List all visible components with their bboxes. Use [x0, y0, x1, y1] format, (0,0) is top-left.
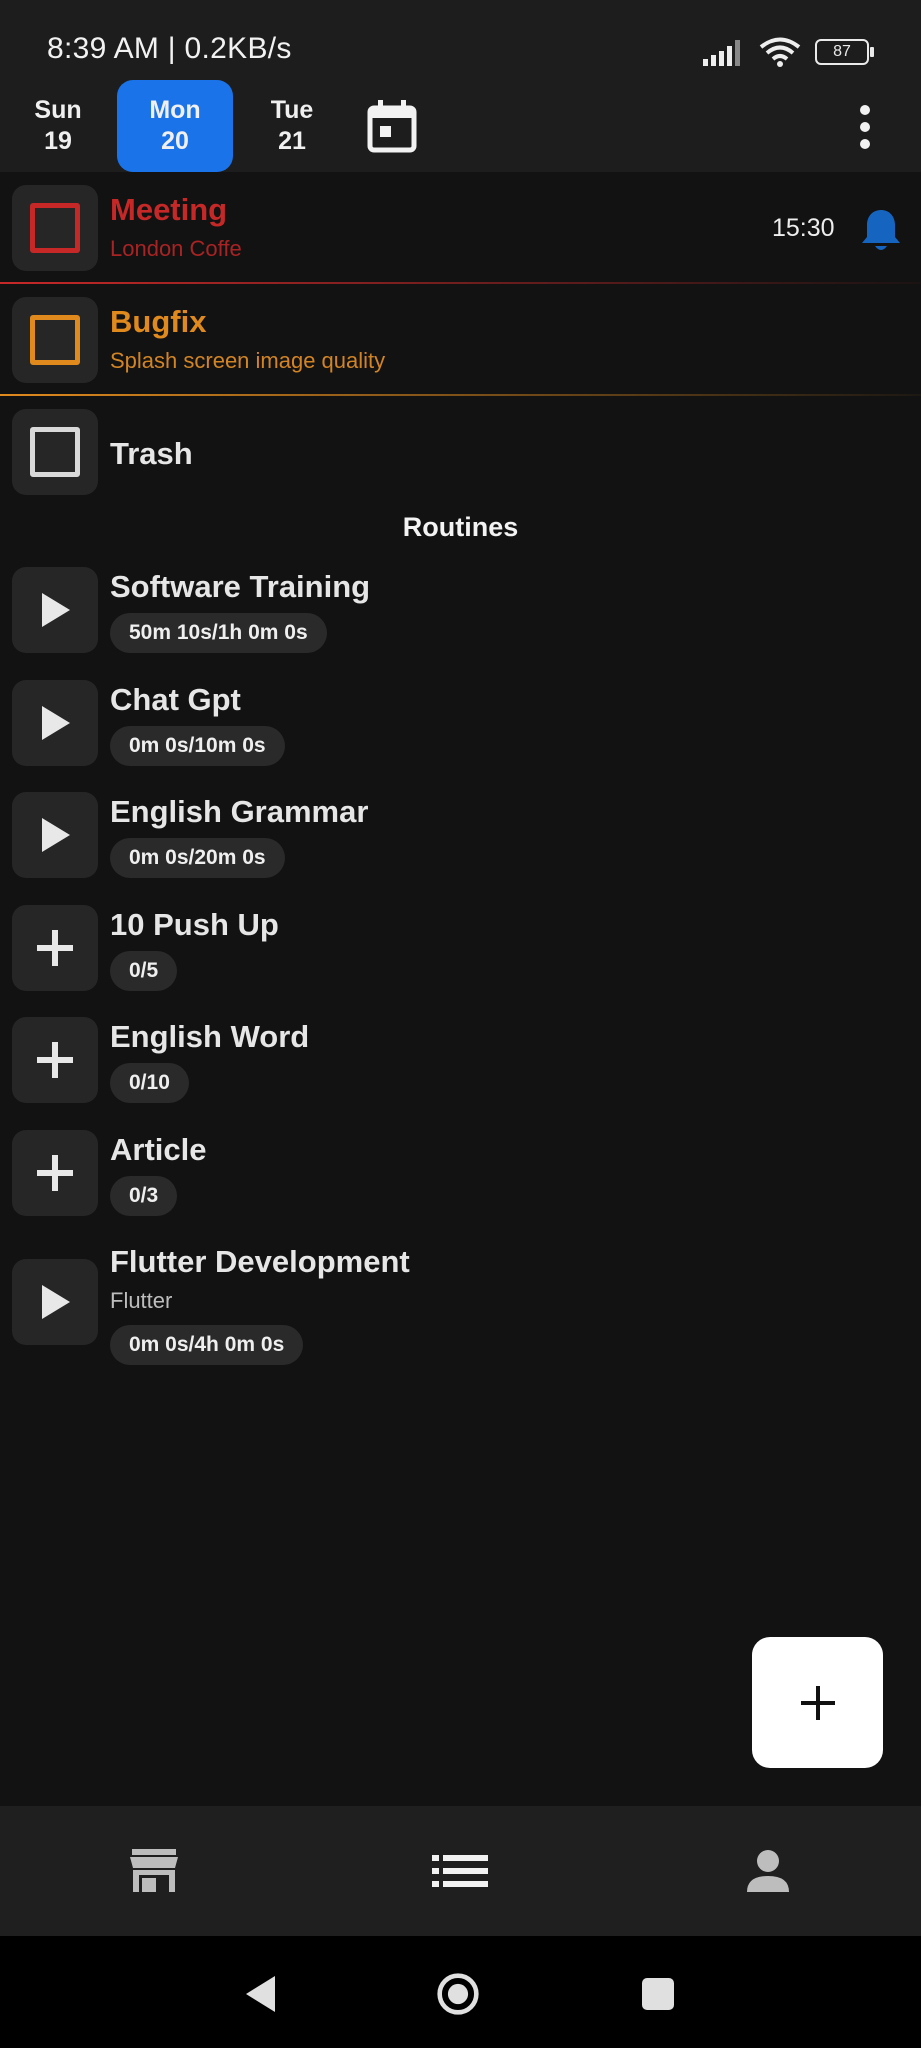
nav-list[interactable]	[432, 1846, 488, 1896]
increment-button[interactable]	[12, 1017, 98, 1103]
bell-icon[interactable]	[858, 206, 904, 254]
checkbox-square-icon	[30, 427, 80, 477]
routines-section-title: Routines	[402, 512, 519, 542]
day-sun[interactable]: Sun 19	[0, 80, 116, 172]
back-triangle-icon	[246, 1976, 275, 2012]
play-button[interactable]	[12, 1259, 98, 1345]
progress-badge: 0/3	[110, 1176, 178, 1216]
routine-title: Flutter Development	[110, 1244, 410, 1279]
checkbox-square-icon	[30, 315, 80, 365]
play-button[interactable]	[12, 792, 98, 878]
task-title: Meeting	[110, 192, 228, 227]
bottom-navigation	[0, 1806, 921, 1936]
increment-button[interactable]	[12, 905, 98, 991]
task-time: 15:30	[772, 214, 835, 242]
routine-title: English Word	[110, 1019, 310, 1054]
routine-title: English Grammar	[110, 794, 369, 829]
play-icon	[42, 818, 70, 852]
progress-badge: 0m 0s/10m 0s	[110, 726, 285, 766]
day-name: Mon	[149, 96, 201, 124]
store-icon	[130, 1849, 178, 1892]
progress-badge: 50m 10s/1h 0m 0s	[110, 613, 327, 653]
progress-badge: 0/5	[110, 951, 178, 991]
signal-icon	[703, 40, 740, 66]
progress-badge: 0/10	[110, 1063, 189, 1103]
task-subtitle: London Coffe	[110, 236, 242, 261]
routine-title: Software Training	[110, 569, 371, 604]
system-recents-button[interactable]	[636, 1972, 680, 2016]
play-button[interactable]	[12, 680, 98, 766]
routine-subtitle: Flutter	[110, 1288, 173, 1313]
progress-badge: 0m 0s/4h 0m 0s	[110, 1325, 304, 1365]
day-number: 21	[278, 127, 306, 155]
calendar-icon[interactable]	[366, 98, 418, 154]
task-item[interactable]: Meeting London Coffe 15:30	[0, 172, 921, 284]
play-icon	[42, 593, 70, 627]
status-bar: 8:39 AM | 0.2KB/s 87	[0, 0, 921, 80]
task-subtitle: Splash screen image quality	[110, 348, 386, 373]
list-icon	[432, 1855, 488, 1887]
task-item[interactable]: Bugfix Splash screen image quality	[0, 284, 921, 396]
play-icon	[42, 1285, 70, 1319]
checkbox-square-icon	[30, 203, 80, 253]
nav-store[interactable]	[126, 1846, 182, 1896]
day-number: 20	[161, 127, 189, 155]
home-circle-icon	[437, 1973, 479, 2015]
checkbox[interactable]	[12, 409, 98, 495]
routine-title: Chat Gpt	[110, 682, 241, 717]
nav-profile[interactable]	[740, 1846, 796, 1896]
plus-icon	[37, 1155, 73, 1191]
battery-level: 87	[833, 43, 851, 60]
routine-title: Article	[110, 1132, 207, 1167]
system-back-button[interactable]	[238, 1972, 282, 2016]
add-button[interactable]	[752, 1637, 883, 1768]
plus-icon	[800, 1685, 835, 1720]
progress-badge: 0m 0s/20m 0s	[110, 838, 285, 878]
play-button[interactable]	[12, 567, 98, 653]
battery-icon: 87	[815, 39, 874, 65]
task-title: Bugfix	[110, 304, 207, 339]
task-item[interactable]: Trash	[0, 396, 921, 508]
checkbox[interactable]	[12, 297, 98, 383]
recents-square-icon	[642, 1978, 674, 2010]
day-mon-selected[interactable]: Mon 20	[117, 80, 233, 172]
play-icon	[42, 706, 70, 740]
task-title: Trash	[110, 436, 193, 471]
more-options-icon[interactable]	[850, 102, 880, 152]
system-home-button[interactable]	[436, 1972, 480, 2016]
day-number: 19	[44, 127, 72, 155]
person-icon	[747, 1850, 789, 1892]
wifi-icon	[759, 37, 801, 67]
status-time: 8:39 AM | 0.2KB/s	[47, 32, 292, 65]
day-name: Sun	[34, 96, 82, 124]
day-name: Tue	[270, 96, 314, 124]
day-tue[interactable]: Tue 21	[234, 80, 350, 172]
day-selector: Sun 19 Mon 20 Tue 21	[0, 80, 921, 172]
system-navigation-bar	[0, 1936, 921, 2048]
plus-icon	[37, 1042, 73, 1078]
status-icons: 87	[701, 36, 874, 68]
checkbox[interactable]	[12, 185, 98, 271]
plus-icon	[37, 930, 73, 966]
routine-title: 10 Push Up	[110, 907, 279, 942]
increment-button[interactable]	[12, 1130, 98, 1216]
